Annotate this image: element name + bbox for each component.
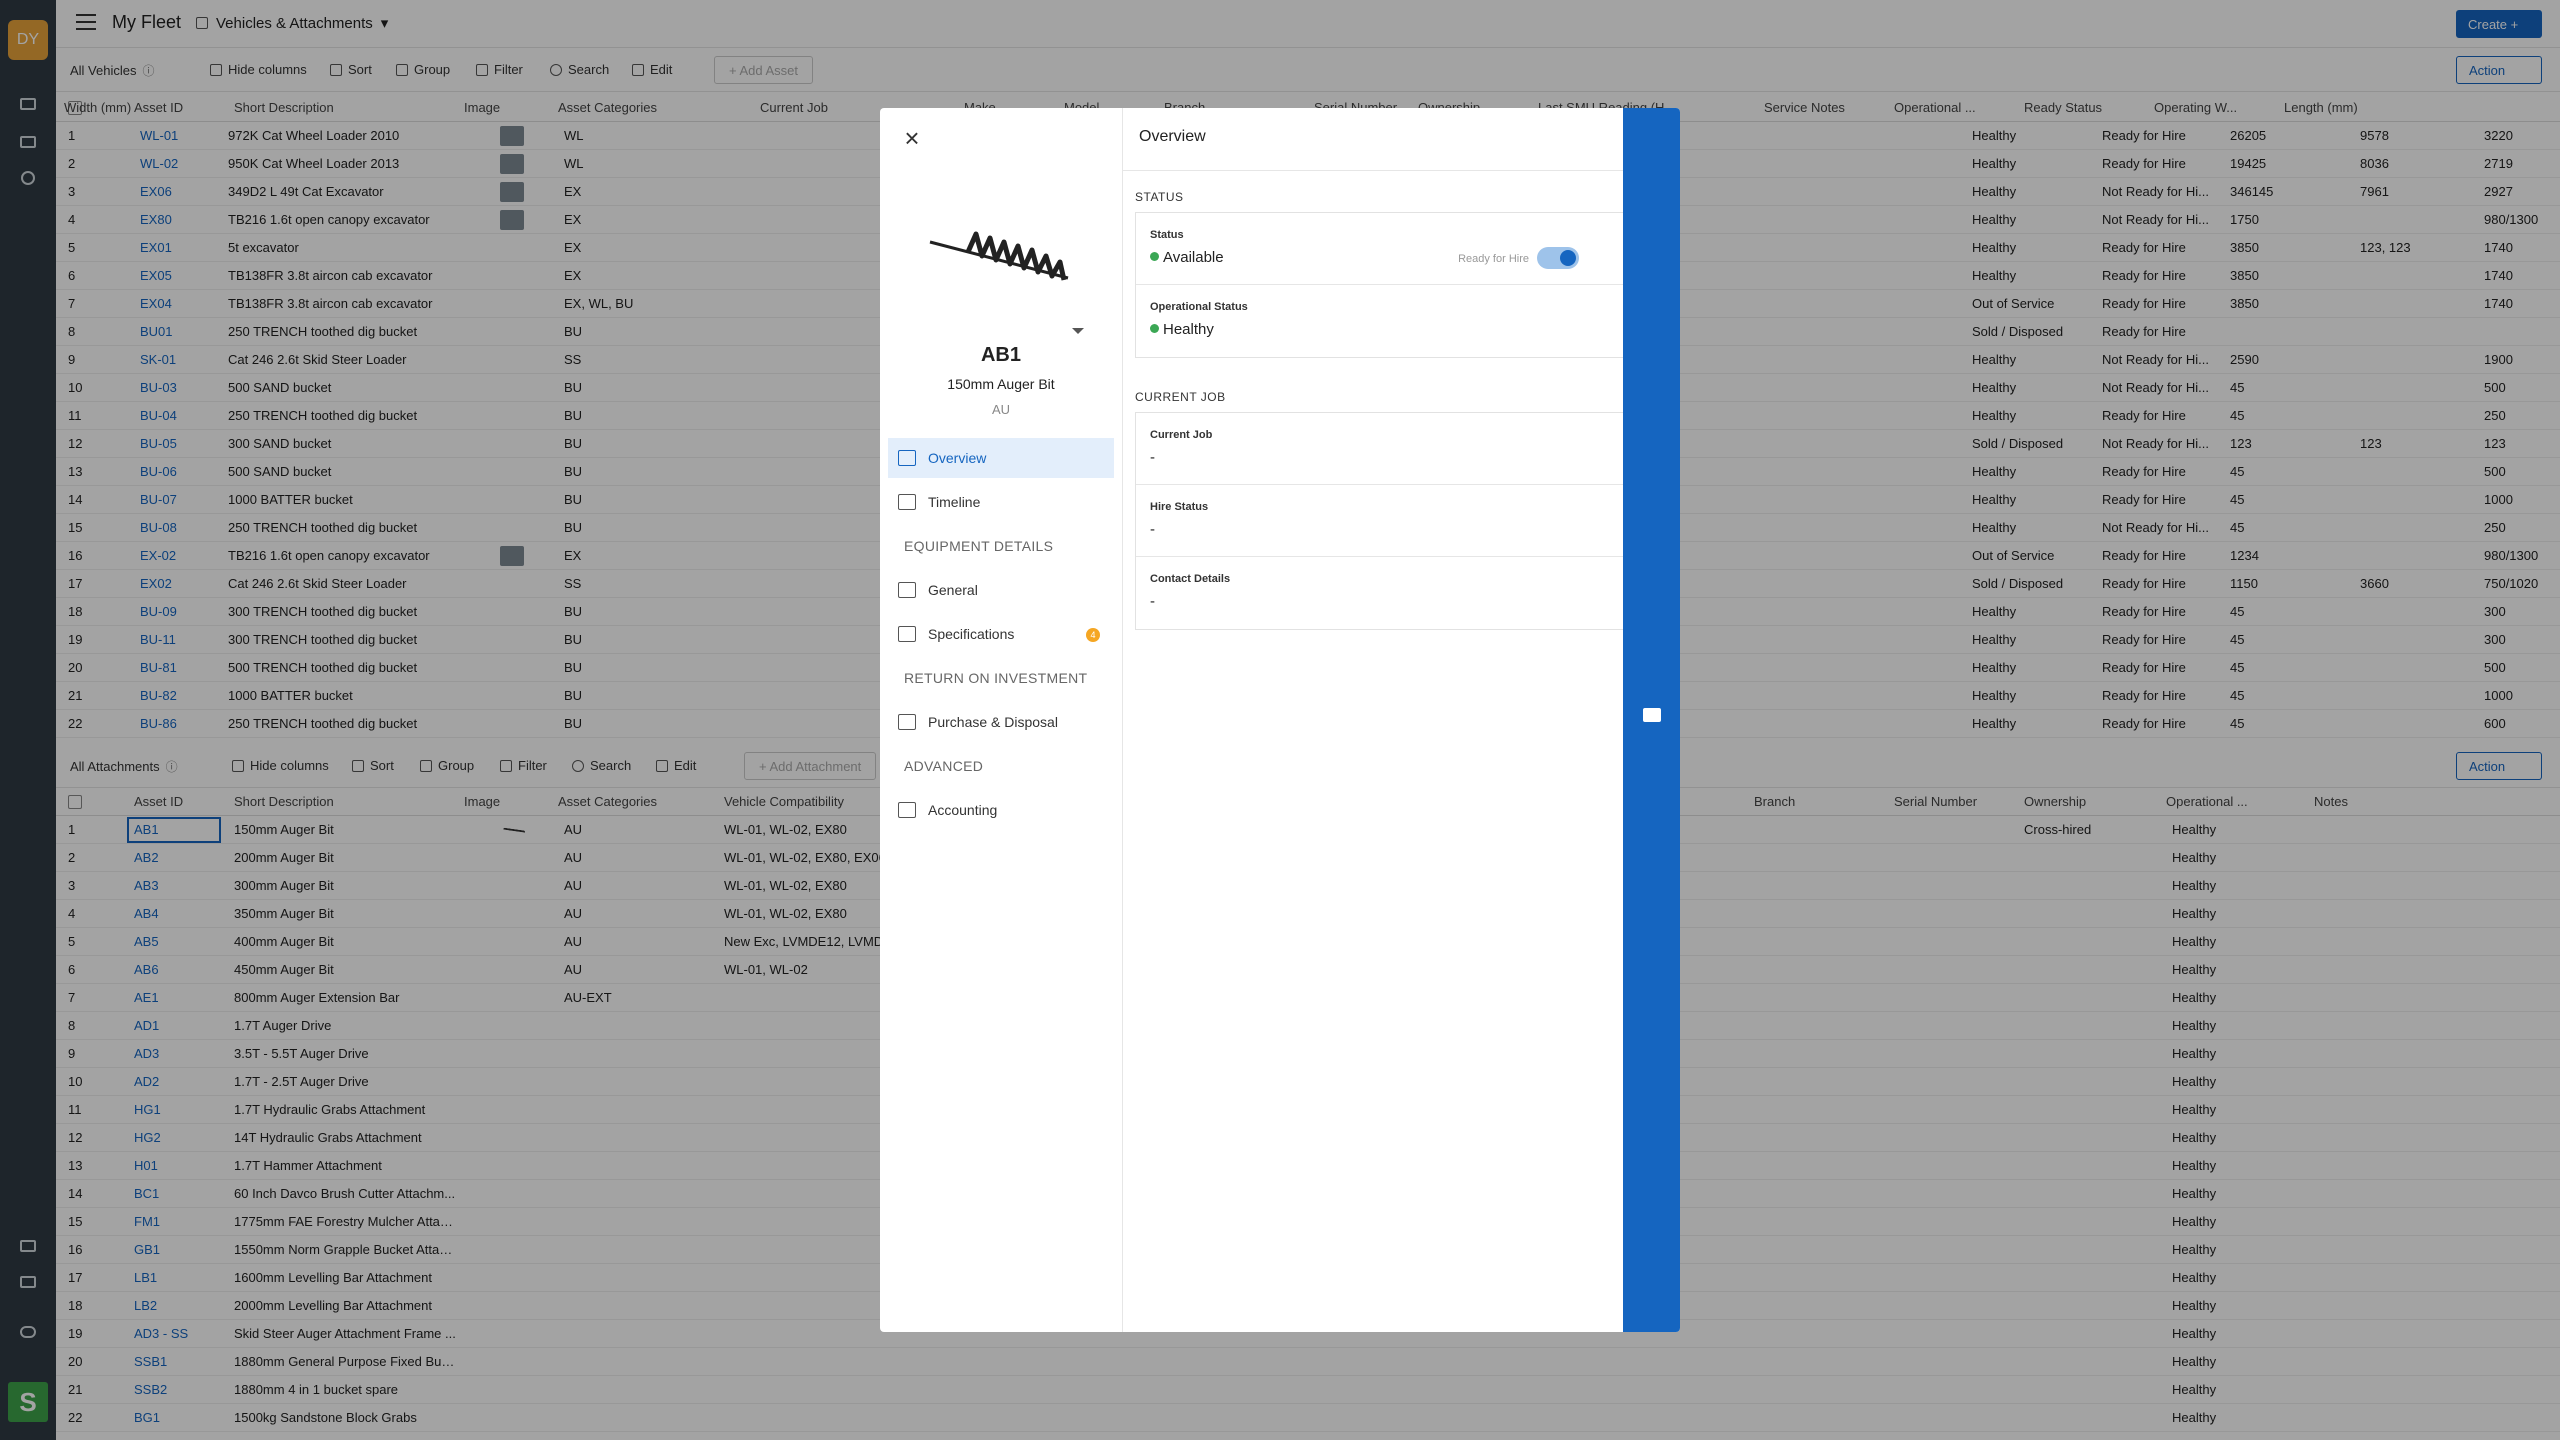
nav-section-equipment: EQUIPMENT DETAILS (904, 538, 1054, 554)
modal-nav: Overview Timeline EQUIPMENT DETAILS Gene… (888, 438, 1114, 834)
contact-details-field: Contact Details - (1136, 557, 1623, 629)
operational-status-label: Operational Status (1150, 301, 1248, 313)
status-field: Status Available Ready for Hire (1136, 213, 1623, 285)
status-value-text: Available (1163, 249, 1224, 266)
hire-status-field: Hire Status - (1136, 485, 1623, 557)
current-job-label: Current Job (1150, 429, 1213, 441)
asset-id: AB1 (980, 344, 1021, 366)
nav-accounting-label: Accounting (928, 802, 998, 818)
status-dot-icon (1150, 252, 1159, 261)
nav-timeline-label: Timeline (928, 494, 981, 510)
nav-specifications[interactable]: Specifications 4 (888, 614, 1114, 654)
side-action-bar (1623, 108, 1680, 1332)
status-card: Status Available Ready for Hire Operatio… (1135, 212, 1623, 358)
overview-icon (898, 450, 916, 466)
nav-accounting[interactable]: Accounting (888, 790, 1114, 830)
hire-status-value: - (1150, 521, 1155, 538)
operational-status-value: Healthy (1150, 321, 1214, 338)
ready-for-hire-toggle[interactable] (1537, 247, 1579, 269)
operational-status-field: Operational Status Healthy (1136, 285, 1623, 357)
asset-photo (929, 231, 1069, 281)
timeline-icon (898, 494, 916, 510)
nav-section-roi: RETURN ON INVESTMENT (904, 670, 1088, 686)
current-job-section-title: CURRENT JOB (1135, 390, 1226, 404)
status-section-title: STATUS (1135, 190, 1184, 204)
specs-badge: 4 (1086, 628, 1100, 642)
nav-general[interactable]: General (888, 570, 1114, 610)
close-icon[interactable]: × (898, 124, 926, 152)
current-job-card: Current Job - Hire Status - Contact Deta… (1135, 412, 1623, 630)
ready-for-hire-label: Ready for Hire (1458, 253, 1529, 265)
operational-status-text: Healthy (1163, 321, 1214, 338)
panel-title: Overview (1139, 128, 1206, 145)
app: { "app":{"avatar":"DY","title":"My Fleet… (0, 0, 2560, 1440)
current-job-value: - (1150, 449, 1155, 466)
contact-details-label: Contact Details (1150, 573, 1231, 585)
nav-overview[interactable]: Overview (888, 438, 1114, 478)
asset-description: 150mm Auger Bit (947, 376, 1055, 392)
panel-divider (1123, 170, 1623, 171)
bar-chart-icon (898, 714, 916, 730)
photo-chevron-down-icon[interactable] (1072, 328, 1084, 334)
list-icon (898, 582, 916, 598)
nav-specifications-label: Specifications (928, 626, 1015, 642)
status-value: Available (1150, 249, 1224, 266)
contact-details-value: - (1150, 593, 1155, 610)
asset-category: AU (991, 402, 1011, 417)
hire-status-label: Hire Status (1150, 501, 1209, 513)
camera-icon[interactable] (1643, 708, 1661, 722)
nav-timeline[interactable]: Timeline (888, 482, 1114, 522)
status-label: Status (1150, 229, 1184, 241)
nav-purchase-label: Purchase & Disposal (928, 714, 1058, 730)
accounting-icon (898, 802, 916, 818)
asset-detail-modal: × AB1 150mm Auger Bit AU Overview Timeli… (880, 108, 1680, 1332)
overview-panel: Overview STATUS Status Available Ready f… (1123, 108, 1623, 1332)
nav-overview-label: Overview (928, 450, 987, 466)
specs-icon (898, 626, 916, 642)
toggle-knob (1560, 250, 1576, 266)
nav-purchase-disposal[interactable]: Purchase & Disposal (888, 702, 1114, 742)
status-dot-icon (1150, 324, 1159, 333)
current-job-field: Current Job - (1136, 413, 1623, 485)
nav-general-label: General (928, 582, 978, 598)
nav-section-advanced: ADVANCED (904, 758, 984, 774)
